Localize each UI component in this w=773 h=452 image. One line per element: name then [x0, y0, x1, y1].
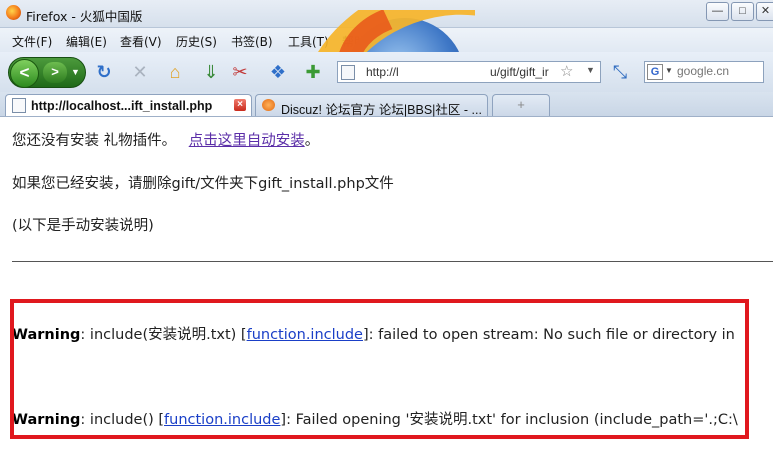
discuz-favicon-icon — [262, 99, 275, 111]
url-dropdown-icon[interactable]: ▼ — [586, 65, 595, 75]
menu-view[interactable]: 查看(V) — [120, 33, 162, 50]
maximize-button[interactable]: □ — [731, 2, 754, 21]
back-forward-group: < > ▼ — [8, 57, 86, 88]
menu-bookmarks[interactable]: 书签(B) — [231, 33, 273, 50]
tab-title: Discuz! 论坛官方 论坛|BBS|社区 - ... — [281, 103, 482, 117]
error-highlight-box — [10, 299, 749, 439]
search-bar[interactable]: G ▼ — [644, 61, 767, 83]
url-prefix-text: http://l — [366, 65, 399, 79]
navigation-toolbar: < > ▼ ↻ ✕ ⌂ ⇓ ✂ ❖ ✚ http://l u/gift/gift… — [0, 52, 773, 92]
manual-install-heading: (以下是手动安装说明) — [12, 218, 154, 234]
divider — [12, 261, 773, 262]
close-window-button[interactable]: ✕ — [756, 2, 773, 21]
menu-edit[interactable]: 编辑(E) — [66, 33, 107, 50]
menu-history[interactable]: 历史(S) — [176, 33, 217, 50]
history-dropdown-icon[interactable]: ▼ — [71, 67, 80, 77]
windows-icon[interactable]: ❖ — [267, 62, 289, 82]
window-title: Firefox - 火狐中国版 — [26, 9, 143, 24]
firefox-logo-icon — [6, 5, 21, 20]
tab-gift-install[interactable]: http://localhost...ift_install.php × — [5, 94, 252, 116]
tab-bar: http://localhost...ift_install.php × Dis… — [0, 92, 773, 117]
url-suffix-text: u/gift/gift_ir — [490, 65, 549, 79]
reload-icon[interactable]: ↻ — [93, 62, 115, 82]
page-content: 您还没有安装 礼物插件。 点击这里自动安装。 如果您已经安装，请删除gift/文… — [0, 117, 773, 452]
menu-file[interactable]: 文件(F) — [12, 33, 52, 50]
google-engine-icon[interactable]: G — [647, 64, 663, 80]
download-icon[interactable]: ⇓ — [200, 62, 222, 82]
close-tab-icon[interactable]: × — [234, 99, 246, 111]
tab-title: http://localhost...ift_install.php — [31, 99, 213, 113]
resize-arrow-icon[interactable]: ⤡ — [609, 62, 631, 82]
auto-install-link[interactable]: 点击这里自动安装 — [189, 133, 305, 149]
address-bar[interactable]: http://l u/gift/gift_ir ☆ ▼ — [337, 61, 601, 83]
search-input[interactable] — [677, 63, 767, 79]
new-tab-button[interactable]: + — [492, 94, 550, 116]
tab-discuz[interactable]: Discuz! 论坛官方 论坛|BBS|社区 - ... — [255, 94, 488, 117]
back-button[interactable]: < — [10, 59, 39, 88]
new-tab-icon[interactable]: ✚ — [302, 62, 324, 82]
install-notice-text: 您还没有安装 礼物插件。 — [12, 133, 177, 149]
install-notice-tail: 。 — [304, 133, 320, 149]
search-engine-dropdown-icon[interactable]: ▼ — [665, 66, 673, 75]
home-icon[interactable]: ⌂ — [164, 62, 186, 82]
install-notice: 您还没有安装 礼物插件。 点击这里自动安装。 — [12, 129, 319, 150]
page-favicon-icon — [12, 98, 26, 113]
scissors-icon[interactable]: ✂ — [229, 62, 251, 82]
delete-file-notice: 如果您已经安装，请删除gift/文件夹下gift_install.php文件 — [12, 176, 394, 192]
bookmark-star-icon[interactable]: ☆ — [560, 62, 573, 80]
stop-icon[interactable]: ✕ — [129, 62, 151, 82]
minimize-button[interactable]: — — [706, 2, 729, 21]
forward-button[interactable]: > — [43, 62, 67, 83]
page-favicon-icon — [341, 65, 355, 80]
